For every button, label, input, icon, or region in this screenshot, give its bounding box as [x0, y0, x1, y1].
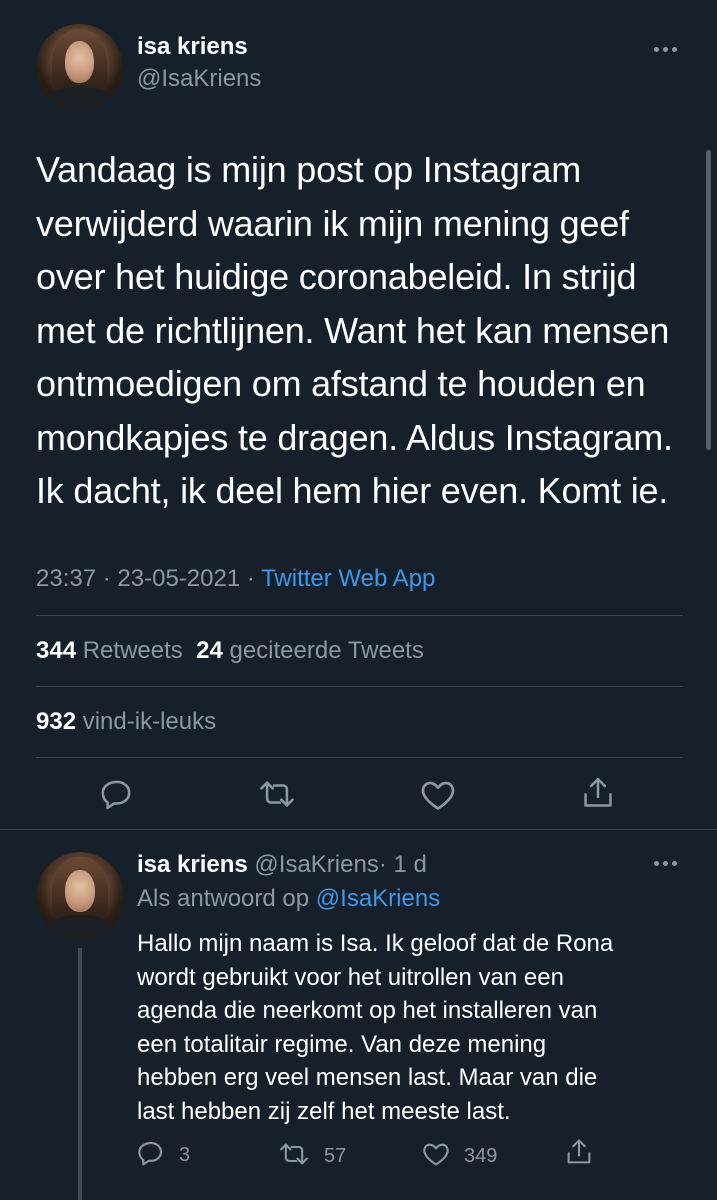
thread-line: [78, 948, 82, 1200]
replying-to-label: Als antwoord op: [137, 885, 310, 912]
reply-age[interactable]: · 1 d: [379, 851, 427, 878]
scrollbar[interactable]: [706, 150, 711, 450]
meta-separator: ·: [246, 565, 255, 592]
tweet-text-line: verwijderd waarin ik mijn mening geef: [36, 202, 629, 244]
replying-to-link[interactable]: @IsaKriens: [316, 885, 440, 912]
divider: [36, 757, 683, 758]
tweet-text-line: ontmoedigen om afstand te houden en: [36, 363, 646, 404]
more-icon[interactable]: [654, 858, 684, 868]
retweets-label: Retweets: [82, 637, 183, 664]
tweet-text-line: mondkapjes te dragen. Aldus Instagram.: [36, 416, 673, 458]
meta-separator: ·: [102, 565, 111, 592]
tweet-text-line: Ik dacht, ik deel hem hier even. Komt ie…: [36, 470, 669, 511]
reply-action-reply[interactable]: 3: [137, 1139, 190, 1172]
reply-text-line: hebben erg veel mensen last. Maar van di…: [137, 1064, 598, 1091]
quotes-label: geciteerde Tweets: [229, 637, 424, 664]
reply-author-name[interactable]: isa kriens: [137, 851, 248, 878]
likes-label: vind-ik-leuks: [82, 708, 217, 735]
reply-text: Hallo mijn naam is Isa. Ik geloof dat de…: [137, 927, 707, 1128]
tweet-text-line: over het huidige coronabeleid. In strijd: [36, 256, 637, 297]
reply-action-like[interactable]: 349: [422, 1140, 497, 1173]
section-divider: [0, 829, 717, 830]
retweet-count: 57: [324, 1145, 347, 1167]
like-icon[interactable]: [420, 778, 456, 812]
reply-action-retweet[interactable]: 57: [278, 1140, 346, 1173]
author-avatar[interactable]: [36, 24, 123, 111]
likes-count: 932: [36, 708, 77, 735]
reply-text-line: wordt gebruikt voor het uitrollen van ee…: [137, 963, 564, 991]
divider: [36, 686, 683, 687]
tweet-text: Vandaag is mijn post op Instagram verwij…: [36, 143, 706, 518]
tweet-text-line: met de richtlijnen. Want het kan mensen: [36, 309, 670, 351]
tweet-date[interactable]: 23-05-2021: [117, 565, 240, 592]
divider: [36, 615, 683, 616]
tweet-source-link[interactable]: Twitter Web App: [261, 565, 435, 592]
reply-author-handle[interactable]: @IsaKriens: [254, 851, 378, 878]
retweet-stats[interactable]: 344 Retweets 24 geciteerde Tweets: [36, 635, 424, 667]
retweet-icon[interactable]: [258, 777, 296, 811]
share-icon[interactable]: [581, 775, 615, 811]
retweets-count: 344: [36, 637, 77, 664]
share-icon[interactable]: [565, 1137, 593, 1172]
quotes-count: 24: [196, 637, 223, 664]
like-icon[interactable]: [422, 1140, 450, 1173]
likes-stats[interactable]: 932 vind-ik-leuks: [36, 706, 216, 738]
reply-icon[interactable]: [100, 777, 134, 811]
more-icon[interactable]: [654, 44, 684, 54]
tweet-text-line: Vandaag is mijn post op Instagram: [36, 149, 582, 190]
reply-text-line: een totalitair regime. Van deze mening: [137, 1030, 547, 1058]
like-count: 349: [464, 1145, 498, 1167]
reply-icon[interactable]: [137, 1139, 165, 1172]
tweet-meta: 23:37 · 23-05-2021 · Twitter Web App: [36, 563, 435, 595]
reply-text-line: agenda die neerkomt op het installeren v…: [137, 997, 598, 1024]
replying-to: Als antwoord op @IsaKriens: [137, 884, 440, 914]
reply-text-line: Hallo mijn naam is Isa. Ik geloof dat de…: [137, 930, 614, 957]
tweet-time[interactable]: 23:37: [36, 565, 96, 592]
author-name[interactable]: isa kriens: [137, 32, 248, 62]
reply-text-line: last hebben zij zelf het meeste last.: [137, 1097, 511, 1125]
retweet-icon[interactable]: [278, 1140, 310, 1173]
author-handle[interactable]: @IsaKriens: [137, 64, 261, 94]
reply-author-avatar[interactable]: [36, 852, 124, 940]
reply-count: 3: [179, 1144, 191, 1166]
reply-header: isa kriens @IsaKriens· 1 d: [137, 850, 427, 880]
